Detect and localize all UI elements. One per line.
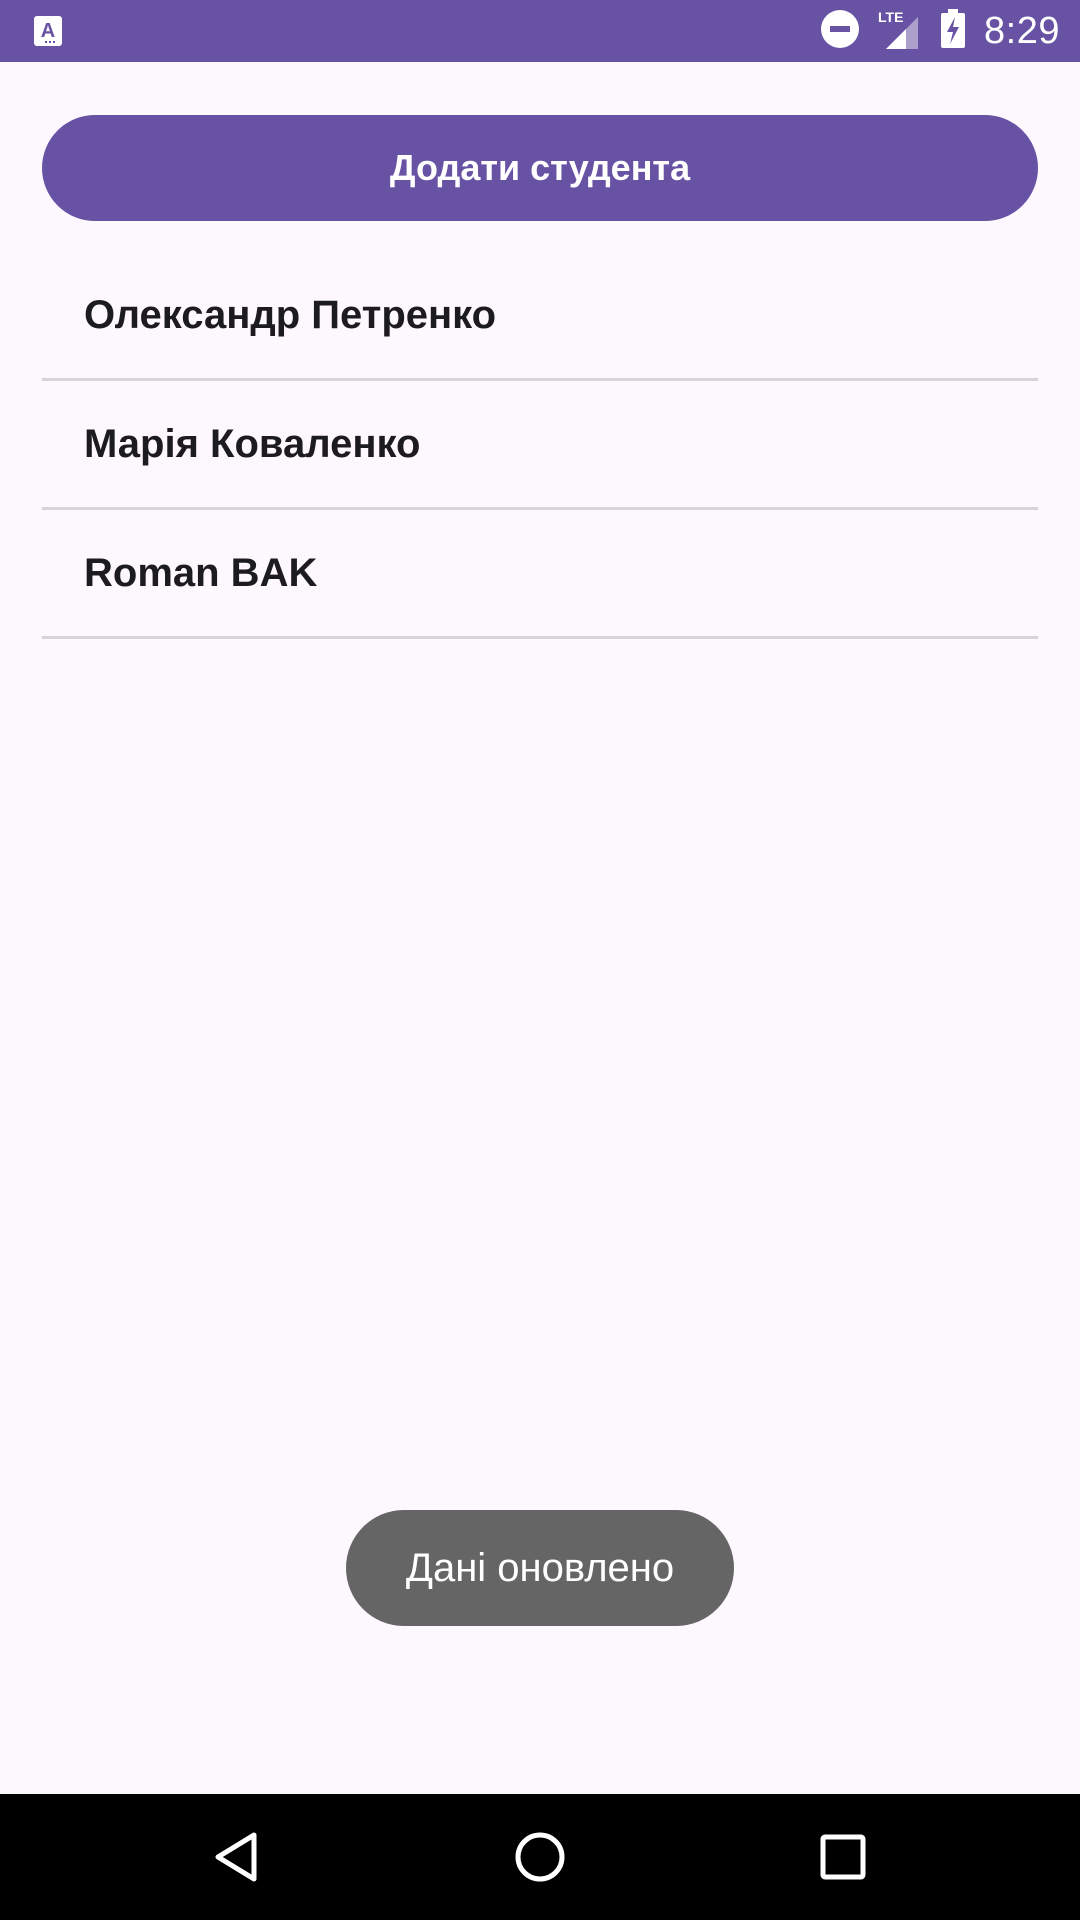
student-name: Марія Коваленко (84, 421, 421, 466)
clock: 8:29 (984, 9, 1060, 52)
navigation-bar (0, 1794, 1080, 1920)
status-bar: A LTE 8:29 (0, 0, 1080, 62)
list-item[interactable]: Олександр Петренко (42, 252, 1038, 381)
lte-signal-icon: LTE (878, 9, 922, 51)
do-not-disturb-icon (820, 9, 860, 54)
student-name: Олександр Петренко (84, 292, 497, 337)
battery-charging-icon (940, 8, 966, 54)
back-icon[interactable] (202, 1822, 272, 1892)
status-icons: LTE 8:29 (820, 0, 1060, 62)
svg-text:A: A (41, 20, 55, 42)
home-icon[interactable] (505, 1822, 575, 1892)
list-item[interactable]: Марія Коваленко (42, 381, 1038, 510)
app-notification-icon: A (33, 15, 63, 47)
student-name: Roman BAK (84, 550, 318, 595)
toast: Дані оновлено (346, 1510, 734, 1626)
add-student-button[interactable]: Додати студента (42, 115, 1038, 221)
toast-message: Дані оновлено (405, 1545, 675, 1590)
recents-icon[interactable] (808, 1822, 878, 1892)
list-item[interactable]: Roman BAK (42, 510, 1038, 639)
lte-label: LTE (878, 9, 904, 25)
student-list: Олександр Петренко Марія Коваленко Roman… (42, 252, 1038, 639)
